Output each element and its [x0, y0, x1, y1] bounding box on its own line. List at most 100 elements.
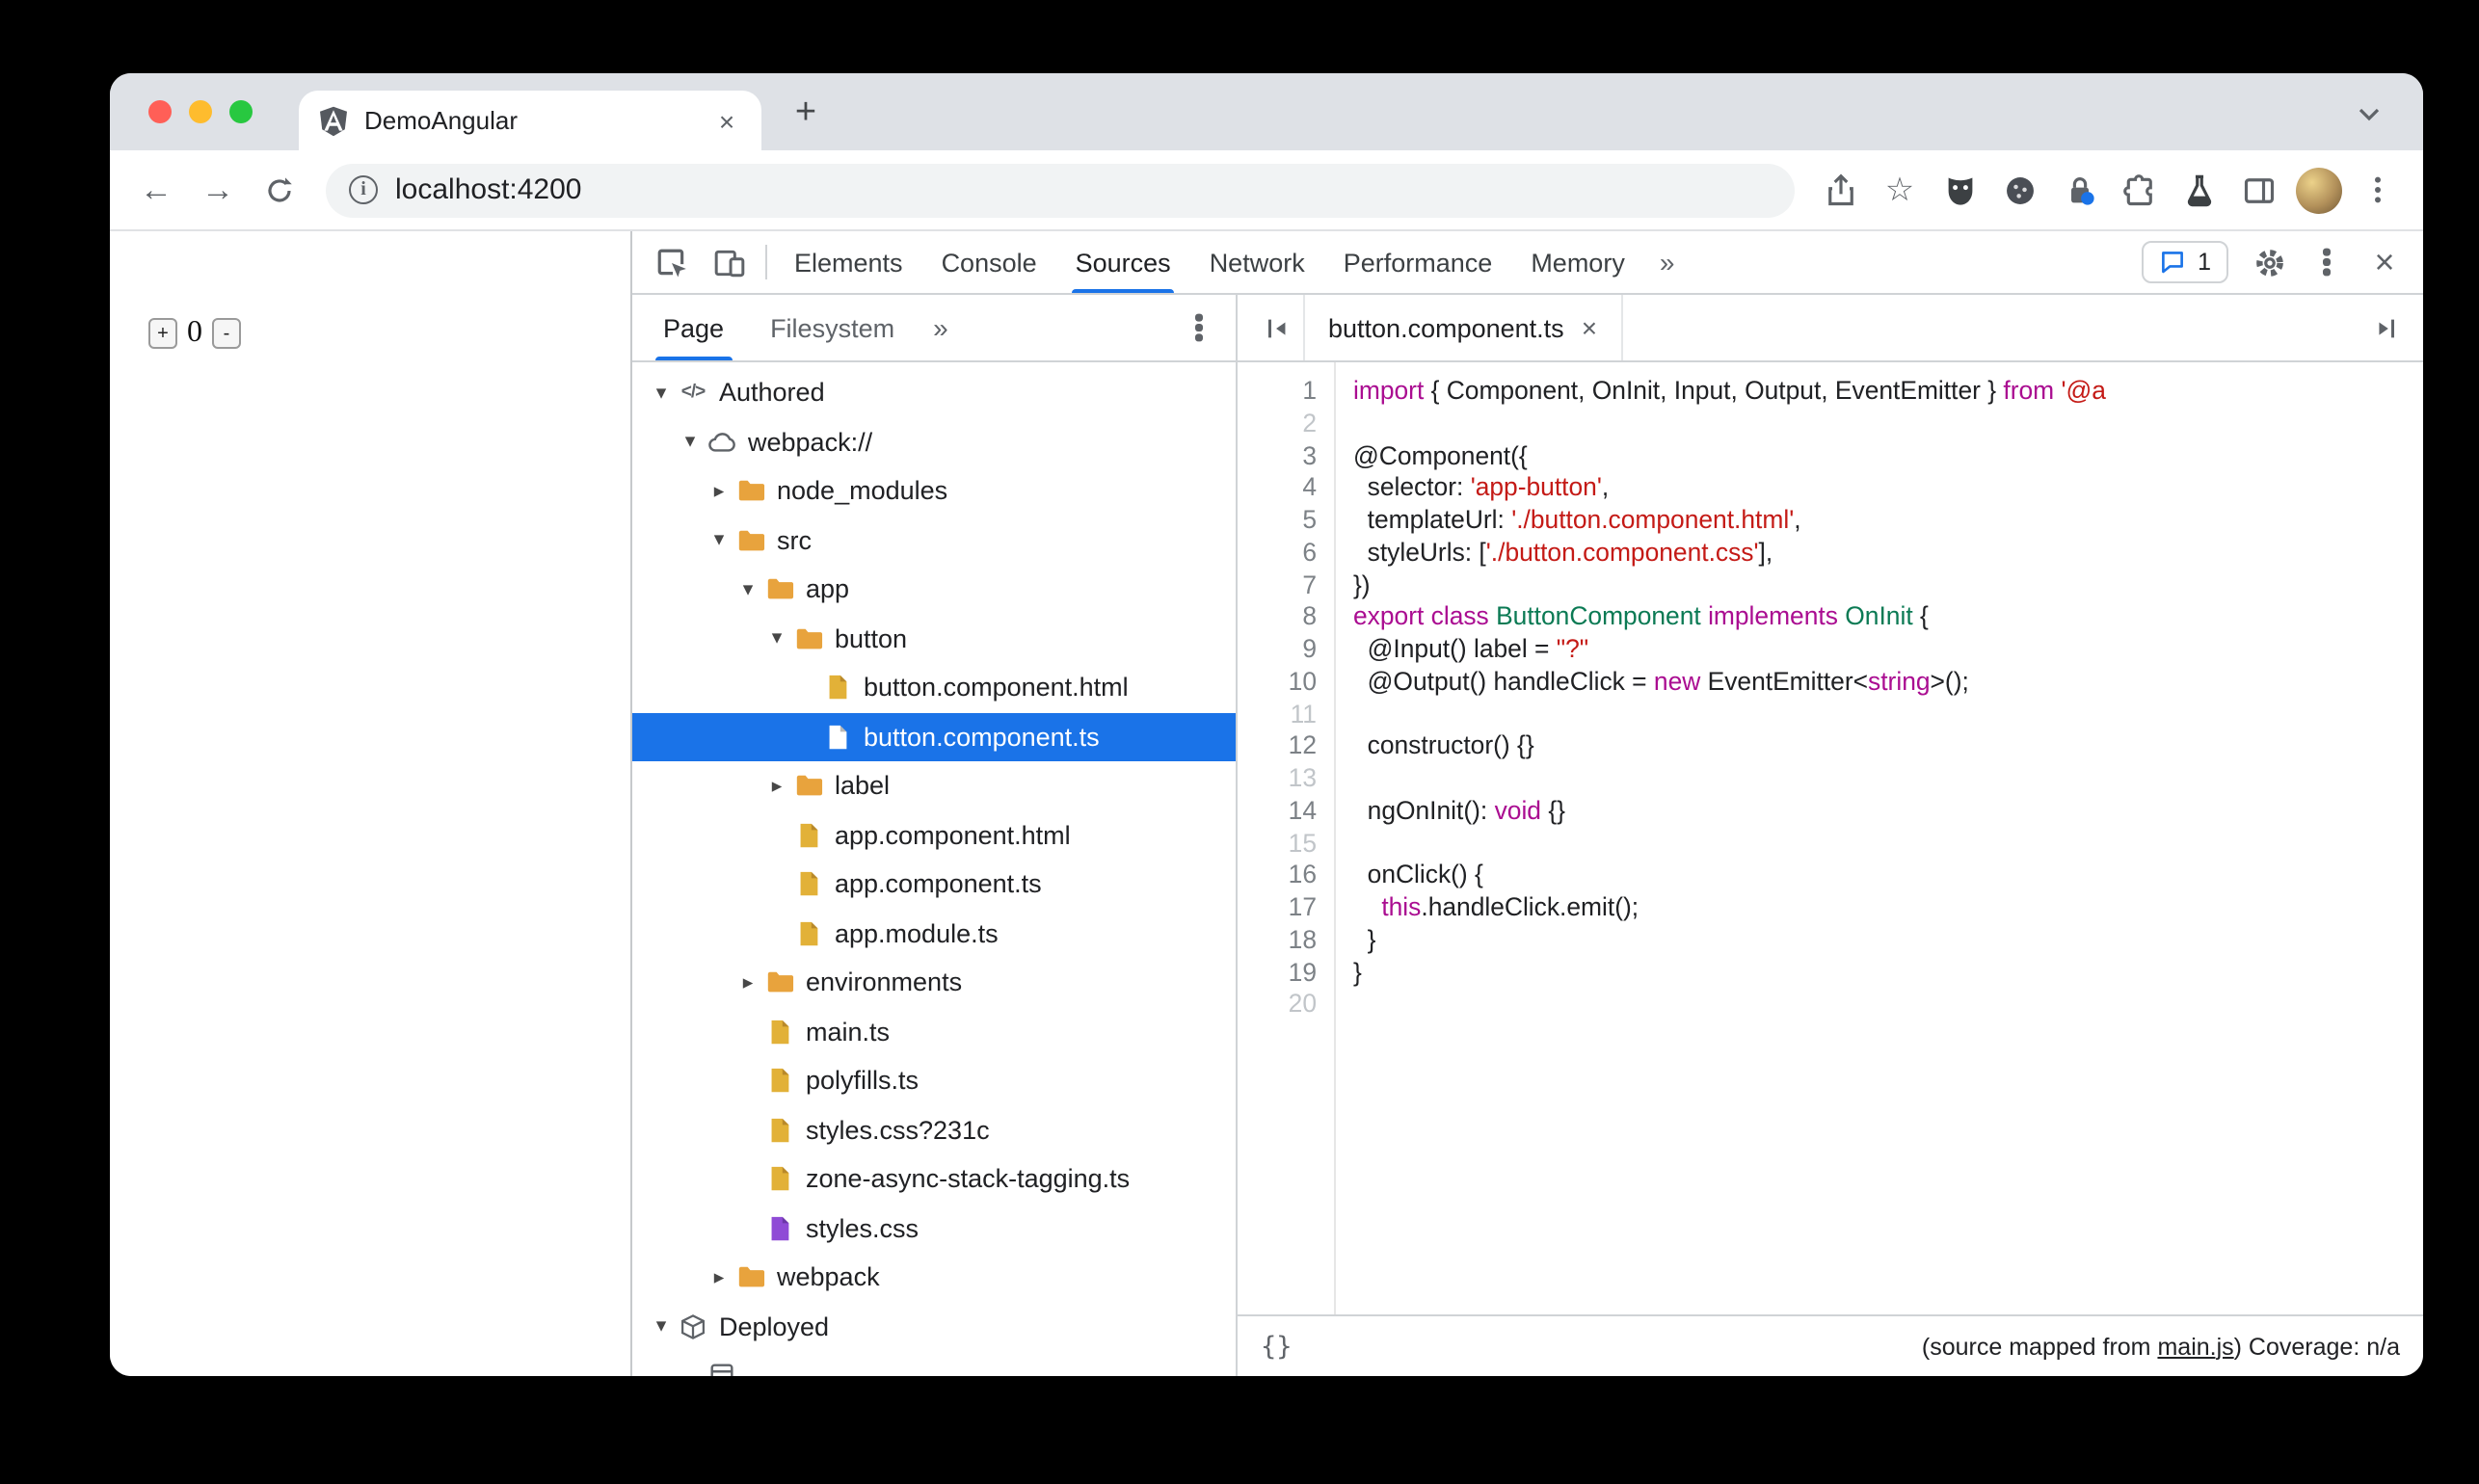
tree-item-button-component-ts[interactable]: button.component.ts — [632, 712, 1236, 761]
code-line[interactable]: @Component({ — [1353, 440, 2423, 473]
line-number[interactable]: 2 — [1238, 409, 1317, 441]
tree-item-webpack-[interactable]: ▾ webpack:// — [632, 417, 1236, 466]
line-number[interactable]: 10 — [1238, 667, 1317, 700]
increment-button[interactable]: + — [148, 318, 177, 349]
line-number[interactable]: 13 — [1238, 763, 1317, 796]
cookie-extension-icon[interactable] — [1989, 161, 2049, 219]
omnibox[interactable]: i localhost:4200 — [326, 163, 1795, 217]
expand-arrow-icon[interactable]: ▾ — [677, 431, 704, 454]
code-line[interactable]: ngOnInit(): void {} — [1353, 796, 2423, 829]
code-line[interactable]: } — [1353, 925, 2423, 958]
line-number[interactable]: 5 — [1238, 505, 1317, 538]
tree-item-zone-async-stack-tagging-ts[interactable]: zone-async-stack-tagging.ts — [632, 1154, 1236, 1204]
messages-badge[interactable]: 1 — [2142, 241, 2228, 283]
new-tab-button[interactable]: + — [781, 89, 831, 139]
tab-search-chevron-icon[interactable] — [2354, 98, 2385, 129]
mask-extension-icon[interactable] — [1930, 161, 1989, 219]
tree-item[interactable] — [632, 1351, 1236, 1376]
code-line[interactable] — [1353, 828, 2423, 861]
tab-filesystem[interactable]: Filesystem — [747, 295, 918, 360]
settings-gear-icon[interactable] — [2240, 231, 2298, 293]
expand-arrow-icon[interactable]: ▸ — [706, 1266, 733, 1289]
line-number[interactable]: 3 — [1238, 440, 1317, 473]
line-number[interactable]: 14 — [1238, 796, 1317, 829]
code-line[interactable]: templateUrl: './button.component.html', — [1353, 505, 2423, 538]
experiments-flask-icon[interactable] — [2169, 161, 2228, 219]
tab-network[interactable]: Network — [1190, 231, 1324, 293]
device-toolbar-icon[interactable] — [700, 231, 758, 293]
sidebar-menu-icon[interactable] — [1170, 295, 1228, 360]
tree-item-main-ts[interactable]: main.ts — [632, 1007, 1236, 1056]
expand-arrow-icon[interactable]: ▾ — [706, 529, 733, 552]
line-number[interactable]: 18 — [1238, 925, 1317, 958]
tab-close-icon[interactable]: × — [711, 105, 742, 136]
tab-performance[interactable]: Performance — [1324, 231, 1512, 293]
tree-item-app-component-ts[interactable]: app.component.ts — [632, 860, 1236, 909]
tree-item-node-modules[interactable]: ▸ node_modules — [632, 466, 1236, 516]
expand-arrow-icon[interactable]: ▸ — [734, 971, 761, 994]
editor-tab-close-icon[interactable]: × — [1582, 312, 1597, 343]
line-number[interactable]: 12 — [1238, 731, 1317, 764]
privacy-extension-icon[interactable] — [2049, 161, 2109, 219]
code-line[interactable] — [1353, 699, 2423, 731]
code-editor[interactable]: 1 2 3 4 5 6 7 8 9 10 11 12 13 14 15 16 17 18 19 20 import {… — [1238, 362, 2423, 1314]
sidebar-more-tabs-icon[interactable]: » — [918, 295, 964, 360]
main-js-link[interactable]: main.js — [2157, 1333, 2233, 1360]
line-number[interactable]: 9 — [1238, 634, 1317, 667]
tree-item-app[interactable]: ▾ app — [632, 565, 1236, 614]
maximize-window-button[interactable] — [229, 100, 253, 123]
code-line[interactable]: @Input() label = "?" — [1353, 634, 2423, 667]
code-line[interactable] — [1353, 409, 2423, 441]
code-line[interactable]: this.handleClick.emit(); — [1353, 892, 2423, 925]
browser-menu-icon[interactable] — [2348, 161, 2408, 219]
code-line[interactable]: }) — [1353, 570, 2423, 602]
line-number[interactable]: 8 — [1238, 602, 1317, 635]
line-number[interactable]: 19 — [1238, 957, 1317, 990]
side-panel-icon[interactable] — [2228, 161, 2288, 219]
code-line[interactable]: export class ButtonComponent implements … — [1353, 602, 2423, 635]
tree-item-app-module-ts[interactable]: app.module.ts — [632, 909, 1236, 958]
expand-arrow-icon[interactable]: ▸ — [763, 775, 790, 798]
browser-tab[interactable]: DemoAngular × — [299, 91, 761, 150]
tree-item-button-component-html[interactable]: button.component.html — [632, 663, 1236, 712]
minimize-window-button[interactable] — [189, 100, 212, 123]
code-line[interactable] — [1353, 990, 2423, 1022]
back-icon[interactable]: ← — [125, 161, 187, 219]
bookmark-star-icon[interactable]: ☆ — [1870, 161, 1930, 219]
line-number[interactable]: 15 — [1238, 828, 1317, 861]
show-navigator-icon[interactable] — [1249, 295, 1303, 360]
tree-item-polyfills-ts[interactable]: polyfills.ts — [632, 1056, 1236, 1105]
reload-icon[interactable] — [249, 161, 310, 219]
more-tabs-icon[interactable]: » — [1644, 231, 1691, 293]
code-line[interactable]: } — [1353, 957, 2423, 990]
tree-item-deployed[interactable]: ▾ Deployed — [632, 1302, 1236, 1351]
tab-elements[interactable]: Elements — [775, 231, 922, 293]
tree-item-webpack[interactable]: ▸ webpack — [632, 1253, 1236, 1302]
tree-item-label[interactable]: ▸ label — [632, 761, 1236, 810]
expand-arrow-icon[interactable]: ▾ — [734, 578, 761, 601]
expand-arrow-icon[interactable]: ▸ — [706, 480, 733, 503]
editor-file-tab[interactable]: button.component.ts × — [1303, 295, 1623, 360]
share-icon[interactable] — [1810, 161, 1870, 219]
forward-icon[interactable]: → — [187, 161, 249, 219]
devtools-close-icon[interactable]: × — [2356, 231, 2413, 293]
line-number[interactable]: 16 — [1238, 861, 1317, 893]
tree-item-app-component-html[interactable]: app.component.html — [632, 810, 1236, 860]
code-line[interactable]: import { Component, OnInit, Input, Outpu… — [1353, 376, 2423, 409]
tree-item-styles-css-231c[interactable]: styles.css?231c — [632, 1105, 1236, 1154]
devtools-menu-icon[interactable] — [2298, 231, 2356, 293]
line-number[interactable]: 17 — [1238, 892, 1317, 925]
profile-avatar[interactable] — [2288, 161, 2348, 219]
line-number[interactable]: 4 — [1238, 473, 1317, 506]
url-text[interactable]: localhost:4200 — [395, 173, 582, 206]
toggle-panel-icon[interactable] — [2358, 295, 2412, 360]
site-info-icon[interactable]: i — [349, 175, 378, 204]
tab-console[interactable]: Console — [922, 231, 1056, 293]
expand-arrow-icon[interactable]: ▾ — [648, 1315, 675, 1338]
code-line[interactable]: selector: 'app-button', — [1353, 473, 2423, 506]
tab-sources[interactable]: Sources — [1056, 231, 1190, 293]
tree-item-button[interactable]: ▾ button — [632, 614, 1236, 663]
tree-item-styles-css[interactable]: styles.css — [632, 1204, 1236, 1253]
tree-item-src[interactable]: ▾ src — [632, 516, 1236, 565]
code-line[interactable]: @Output() handleClick = new EventEmitter… — [1353, 667, 2423, 700]
